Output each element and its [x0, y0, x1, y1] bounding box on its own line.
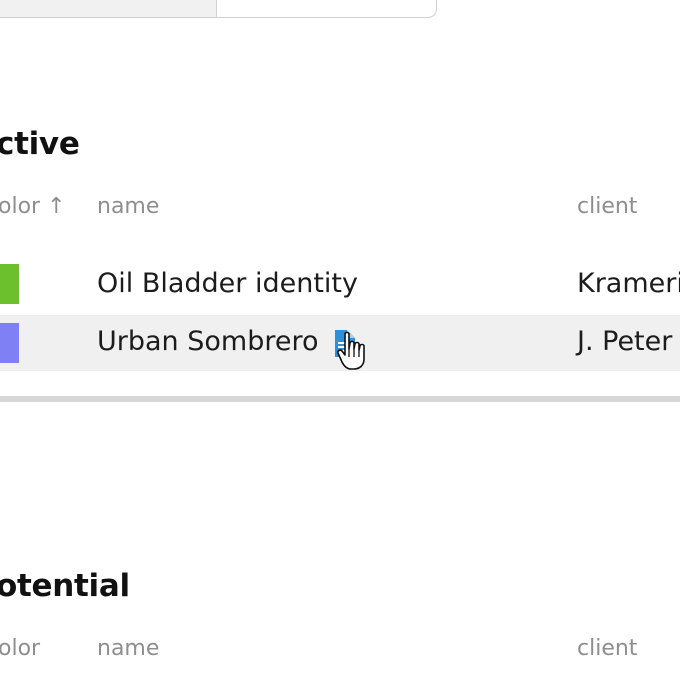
top-segmented-control [0, 0, 437, 18]
table-row[interactable]: Oil Bladder identity Krameri [0, 258, 680, 314]
section-divider [0, 396, 680, 402]
column-header-name[interactable]: name [97, 194, 159, 219]
row-client: J. Peter [577, 326, 673, 357]
row-client: Krameri [577, 268, 680, 299]
document-icon[interactable] [333, 330, 355, 357]
row-name: Oil Bladder identity [97, 268, 358, 299]
section-title-active: ctive [0, 126, 80, 162]
table-row[interactable]: Urban Sombrero J. Peter [0, 315, 680, 371]
section-title-potential: otential [0, 568, 130, 604]
color-swatch [0, 264, 19, 304]
column-header-color[interactable]: olor [0, 636, 40, 661]
column-header-client[interactable]: client [577, 194, 637, 219]
color-swatch [0, 323, 19, 363]
row-name: Urban Sombrero [97, 326, 319, 357]
column-header-client[interactable]: client [577, 636, 637, 661]
column-header-color[interactable]: olor ↑ [0, 194, 66, 219]
column-header-name[interactable]: name [97, 636, 159, 661]
segment-left[interactable] [0, 0, 217, 17]
